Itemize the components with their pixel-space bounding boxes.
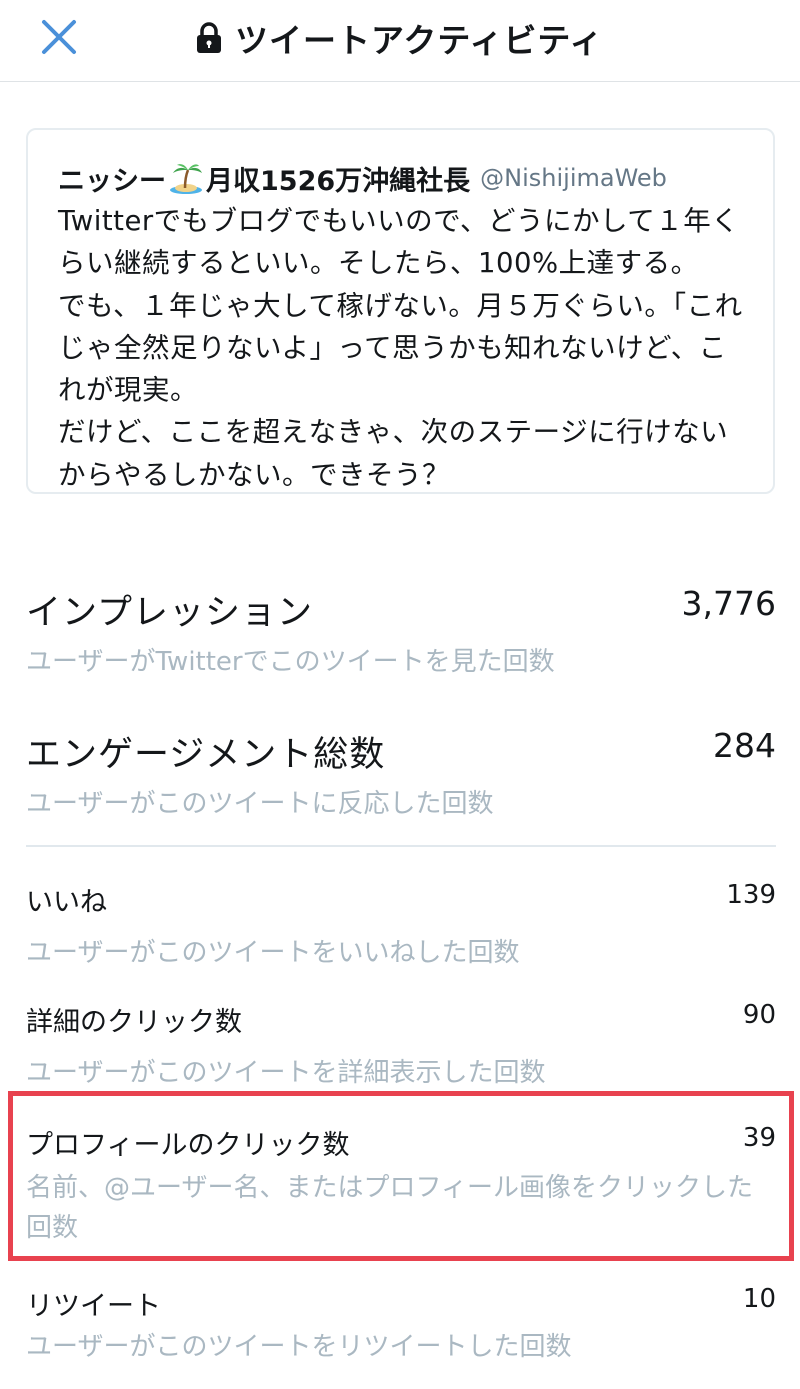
stat-retweets-value: 10: [742, 1284, 776, 1314]
stat-engagements-description: ユーザーがこのツイートに反応した回数: [26, 789, 494, 819]
close-button[interactable]: [36, 16, 84, 60]
divider: [26, 845, 776, 847]
stat-engagements-value: 284: [713, 726, 776, 765]
stat-retweets: リツイート 10 ユーザーがこのツイートをリツイートした回数: [26, 1284, 776, 1367]
stat-impressions-description: ユーザーがTwitterでこのツイートを見た回数: [26, 647, 555, 677]
tweet-card[interactable]: ニッシー 月収1526万沖縄社長 @NishijimaWeb Twitterでも…: [26, 128, 775, 494]
stat-detail-clicks: 詳細のクリック数 90 ユーザーがこのツイートを詳細表示した回数: [26, 1000, 776, 1093]
stat-retweets-label: リツイート: [26, 1291, 161, 1322]
page-title-text: ツイートアクティビティ: [235, 21, 604, 60]
tweet-author-name-part2: 月収1526万沖縄社長: [206, 165, 471, 197]
tweet-author: ニッシー 月収1526万沖縄社長 @NishijimaWeb: [58, 156, 743, 200]
stat-engagements: エンゲージメント総数 284 ユーザーがこのツイートに反応した回数: [26, 726, 776, 820]
stat-likes-label: いいね: [26, 887, 107, 918]
tweet-author-name-part1: ニッシー: [58, 165, 166, 197]
stat-likes: いいね 139 ユーザーがこのツイートをいいねした回数: [26, 880, 776, 973]
stat-impressions: インプレッション 3,776 ユーザーがTwitterでこのツイートを見た回数: [26, 584, 776, 678]
stat-impressions-label: インプレッション: [26, 593, 313, 633]
stat-engagements-label: エンゲージメント総数: [26, 735, 386, 775]
stat-profile-clicks: プロフィールのクリック数 39 名前、@ユーザー名、またはプロフィール画像をクリ…: [26, 1123, 776, 1248]
stat-detail-clicks-description: ユーザーがこのツイートを詳細表示した回数: [26, 1058, 546, 1088]
stat-impressions-value: 3,776: [681, 584, 776, 623]
stat-detail-clicks-label: 詳細のクリック数: [26, 1007, 242, 1038]
stat-likes-description: ユーザーがこのツイートをいいねした回数: [26, 938, 520, 968]
stat-likes-value: 139: [726, 880, 776, 910]
stat-profile-clicks-description: 名前、@ユーザー名、またはプロフィール画像をクリックした回数: [26, 1173, 753, 1243]
close-icon[interactable]: [36, 16, 84, 60]
header-bar: ツイートアクティビティ: [0, 0, 800, 82]
stat-profile-clicks-value: 39: [742, 1123, 776, 1153]
desert-island-icon: [170, 164, 202, 194]
lock-icon: [197, 22, 221, 53]
page-title: ツイートアクティビティ: [195, 14, 603, 62]
stat-profile-clicks-label: プロフィールのクリック数: [26, 1130, 350, 1161]
tweet-text: Twitterでもブログでもいいので、どうにかして１年くらい継続するといい。そし…: [58, 205, 743, 491]
stat-detail-clicks-value: 90: [742, 1000, 776, 1030]
tweet-author-handle[interactable]: @NishijimaWeb: [480, 164, 667, 192]
stat-retweets-description: ユーザーがこのツイートをリツイートした回数: [26, 1332, 572, 1362]
